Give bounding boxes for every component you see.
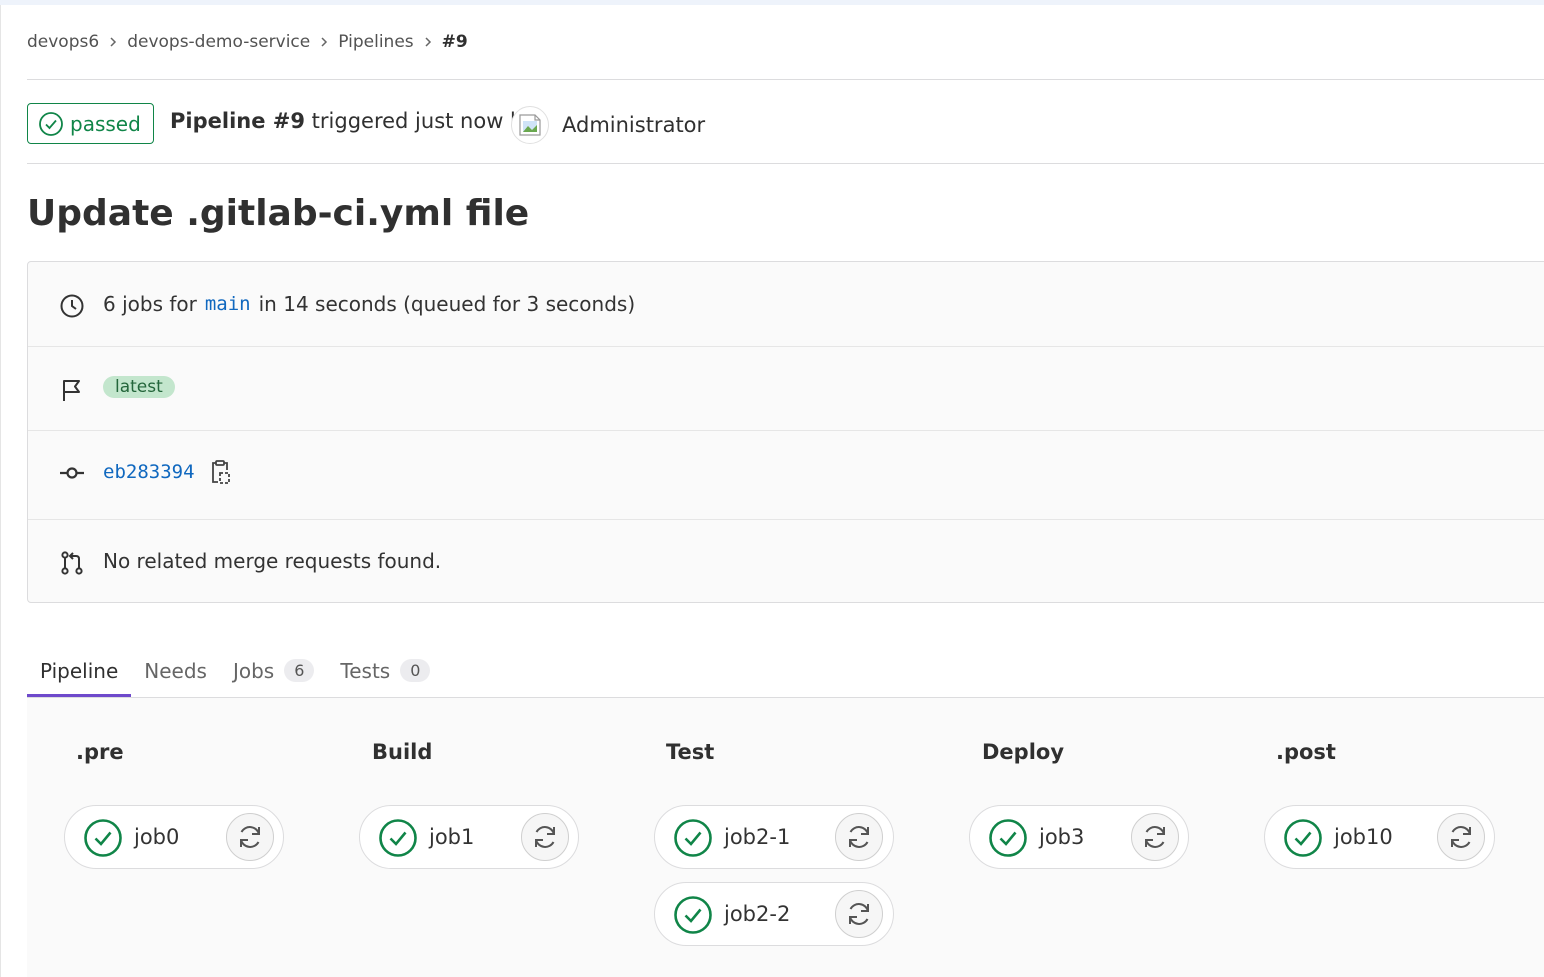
commit-sha-link[interactable]: eb283394 — [103, 461, 195, 483]
branch-link[interactable]: main — [205, 293, 251, 315]
pipeline-info-panel: 6 jobs for main in 14 seconds (queued fo… — [27, 261, 1544, 603]
chevron-right-icon — [310, 37, 338, 47]
latest-badge: latest — [103, 376, 175, 398]
flag-icon — [58, 376, 86, 404]
duration-text: 6 jobs for main in 14 seconds (queued fo… — [103, 292, 635, 316]
stage-title-test: Test — [666, 740, 715, 764]
check-circle-icon — [674, 896, 712, 934]
divider — [27, 163, 1544, 164]
job-item[interactable]: job1 — [359, 805, 579, 869]
job-item[interactable]: job10 — [1264, 805, 1495, 869]
info-row-merge-requests: No related merge requests found. — [28, 520, 1544, 604]
breadcrumb-pipelines[interactable]: Pipelines — [338, 32, 413, 52]
copy-to-clipboard-icon[interactable] — [209, 459, 231, 485]
info-row-commit: eb283394 — [28, 431, 1544, 520]
job-name: job3 — [1039, 825, 1085, 849]
job-name: job2-1 — [724, 825, 791, 849]
author-name[interactable]: Administrator — [562, 113, 705, 137]
status-label: passed — [70, 111, 141, 136]
pipeline-header: Pipeline #9 triggered just now by — [170, 109, 536, 133]
jobs-count-text: 6 jobs for — [103, 292, 197, 316]
tab-count-badge: 6 — [284, 659, 315, 682]
retry-icon[interactable] — [1131, 813, 1179, 861]
check-circle-icon — [674, 819, 712, 857]
merge-requests-text: No related merge requests found. — [103, 549, 442, 573]
stage-title-deploy: Deploy — [982, 740, 1065, 764]
retry-icon[interactable] — [835, 890, 883, 938]
tab-label: Tests — [340, 658, 391, 683]
triggered-text: triggered just now by — [311, 109, 536, 133]
chevron-right-icon — [99, 37, 127, 47]
pipeline-id: Pipeline #9 — [170, 109, 305, 133]
breadcrumb-current[interactable]: #9 — [442, 32, 468, 52]
breadcrumb-project[interactable]: devops-demo-service — [127, 32, 310, 52]
merge-request-icon — [58, 549, 86, 577]
retry-icon[interactable] — [226, 813, 274, 861]
tab-pipeline[interactable]: Pipeline — [27, 644, 132, 697]
top-strip — [0, 0, 1544, 5]
job-name: job10 — [1334, 825, 1393, 849]
duration-suffix: in 14 seconds (queued for 3 seconds) — [258, 292, 636, 316]
chevron-right-icon — [414, 37, 442, 47]
page-title: Update .gitlab-ci.yml file — [27, 193, 530, 234]
pipeline-tabs: Pipeline Needs Jobs 6 Tests 0 — [27, 644, 443, 697]
job-name: job1 — [429, 825, 475, 849]
stage-title-pre: .pre — [76, 740, 124, 764]
breadcrumb: devops6 devops-demo-service Pipelines #9 — [27, 30, 468, 54]
job-item[interactable]: job2-2 — [654, 882, 894, 946]
stage-title-build: Build — [372, 740, 433, 764]
job-name: job2-2 — [724, 902, 791, 926]
tab-count-badge: 0 — [400, 659, 431, 682]
tab-label: Pipeline — [40, 658, 119, 683]
job-name: job0 — [134, 825, 180, 849]
job-item[interactable]: job0 — [64, 805, 284, 869]
left-border — [0, 5, 1, 977]
check-circle-icon — [39, 111, 63, 136]
status-badge[interactable]: passed — [27, 103, 154, 144]
tab-label: Needs — [144, 658, 207, 683]
retry-icon[interactable] — [1437, 813, 1485, 861]
tab-jobs[interactable]: Jobs 6 — [220, 644, 327, 697]
commit-text: eb283394 — [103, 459, 231, 485]
info-row-duration: 6 jobs for main in 14 seconds (queued fo… — [28, 262, 1544, 347]
stage-title-post: .post — [1276, 740, 1336, 764]
retry-icon[interactable] — [835, 813, 883, 861]
pipeline-graph: .pre Build Test Deploy .post job0 job1 j… — [27, 698, 1544, 977]
divider — [27, 79, 1544, 80]
check-circle-icon — [989, 819, 1027, 857]
tab-label: Jobs — [232, 658, 275, 683]
breadcrumb-group[interactable]: devops6 — [27, 32, 99, 52]
tab-tests[interactable]: Tests 0 — [327, 644, 443, 697]
check-circle-icon — [379, 819, 417, 857]
tab-needs[interactable]: Needs — [131, 644, 220, 697]
info-row-tags: latest — [28, 347, 1544, 431]
check-circle-icon — [84, 819, 122, 857]
retry-icon[interactable] — [521, 813, 569, 861]
job-item[interactable]: job2-1 — [654, 805, 894, 869]
job-item[interactable]: job3 — [969, 805, 1189, 869]
avatar[interactable] — [511, 106, 549, 144]
commit-icon — [58, 459, 86, 487]
broken-image-icon — [519, 114, 541, 136]
tags-text: latest — [103, 376, 175, 398]
clock-icon — [58, 292, 86, 320]
check-circle-icon — [1284, 819, 1322, 857]
